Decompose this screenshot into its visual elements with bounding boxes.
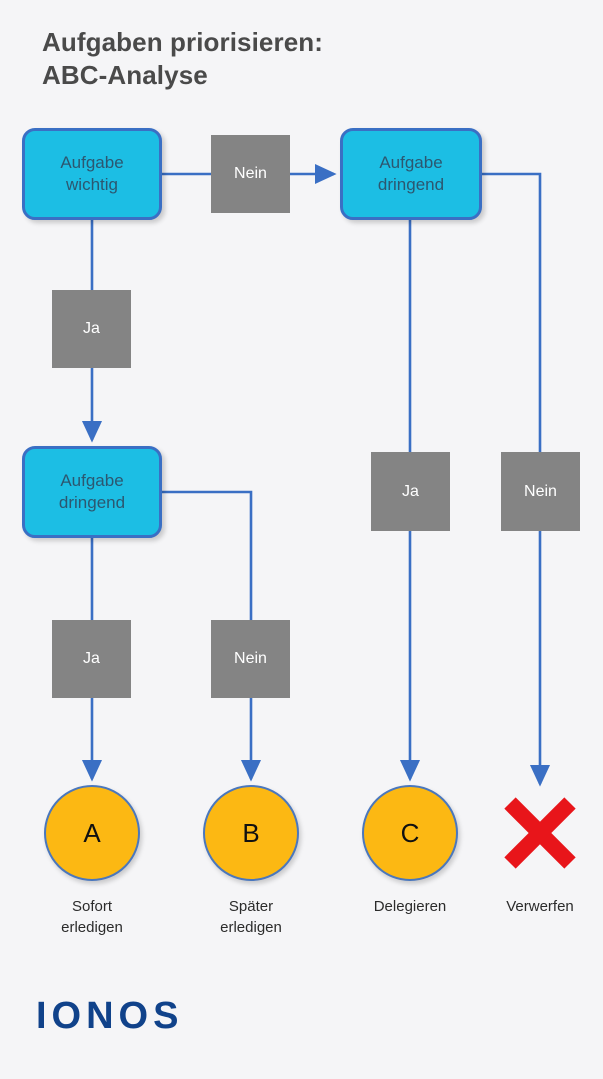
decision-label: Aufgabe dringend bbox=[58, 471, 126, 512]
edge-label-text: Nein bbox=[234, 165, 267, 182]
result-circle-c[interactable]: C bbox=[362, 785, 458, 881]
edge-label-wichtig-nein: Nein bbox=[211, 135, 290, 213]
edge-label-text: Nein bbox=[234, 650, 267, 667]
edge-label-dringend-right-nein: Nein bbox=[501, 452, 580, 531]
edge-label-dringend-right-ja: Ja bbox=[371, 452, 450, 531]
edge-label-text: Ja bbox=[402, 482, 419, 500]
edge-label-dringend-left-nein: Nein bbox=[211, 620, 290, 698]
edge-label-text: Ja bbox=[83, 320, 100, 337]
reject-cross-icon bbox=[504, 797, 576, 869]
result-circle-a[interactable]: A bbox=[44, 785, 140, 881]
result-caption-b: Später erledigen bbox=[220, 898, 282, 937]
ionos-logo: IONOS bbox=[36, 995, 184, 1037]
result-letter: B bbox=[242, 817, 260, 848]
edge-label-wichtig-ja: Ja bbox=[52, 290, 131, 368]
edge-label-text: Ja bbox=[83, 650, 100, 667]
decision-label: Aufgabe wichtig bbox=[60, 153, 124, 194]
edge-label-text: Nein bbox=[524, 482, 557, 500]
result-letter: C bbox=[400, 817, 420, 848]
diagram-canvas: Aufgaben priorisieren: ABC-Analyse Aufga… bbox=[0, 0, 603, 1079]
result-circle-b[interactable]: B bbox=[203, 785, 299, 881]
edge-label-dringend-left-ja: Ja bbox=[52, 620, 131, 698]
result-caption-a: Sofort erledigen bbox=[61, 898, 123, 937]
result-caption-x: Verwerfen bbox=[506, 898, 574, 915]
result-letter: A bbox=[83, 817, 101, 848]
decision-label: Aufgabe dringend bbox=[377, 153, 445, 194]
decision-aufgabe-dringend-right[interactable]: Aufgabe dringend bbox=[340, 128, 482, 220]
decision-aufgabe-dringend-left[interactable]: Aufgabe dringend bbox=[22, 446, 162, 538]
decision-aufgabe-wichtig[interactable]: Aufgabe wichtig bbox=[22, 128, 162, 220]
